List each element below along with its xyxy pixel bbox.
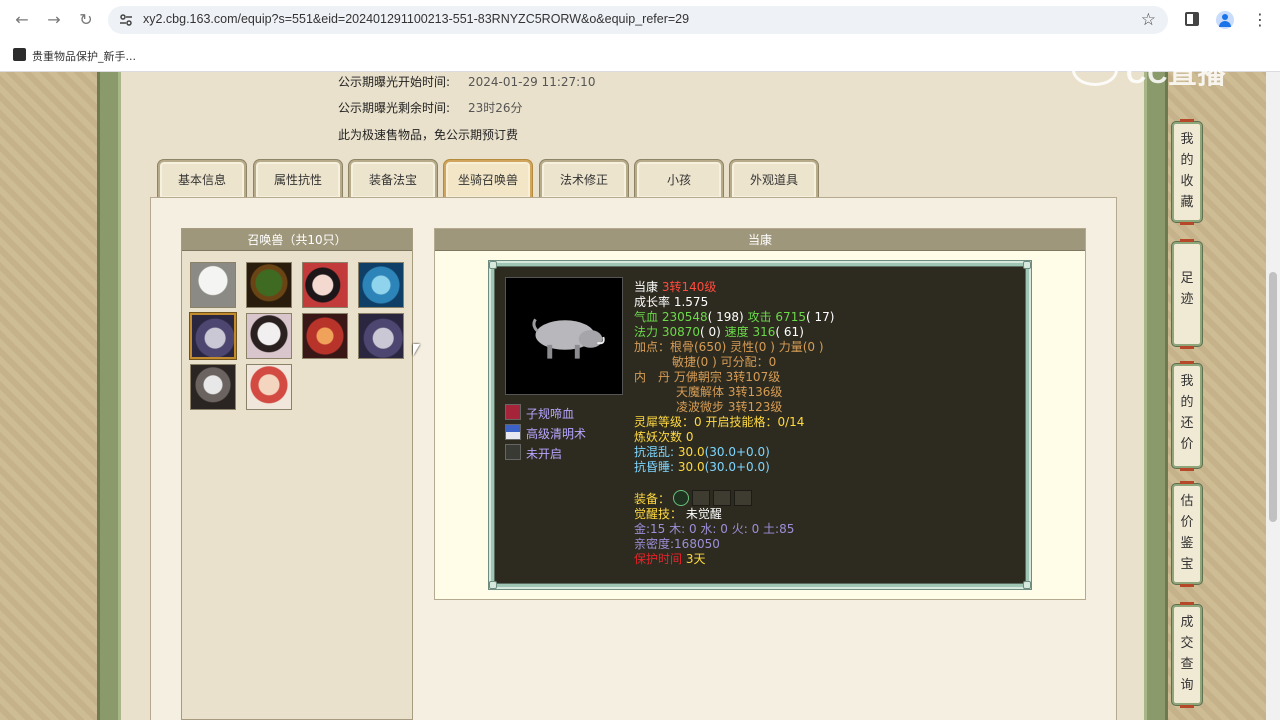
skill-locked-icon (505, 444, 521, 460)
equip-slot-icon[interactable] (692, 490, 711, 506)
refine-count: 炼妖次数 0 (634, 430, 694, 444)
right-border (1144, 72, 1168, 720)
pet-thumb[interactable] (302, 313, 348, 359)
nav-my-offers[interactable]: 我的还价 (1172, 361, 1202, 471)
forward-icon[interactable]: → (44, 10, 64, 30)
bookmark-favicon-icon (13, 48, 26, 61)
pet-list-header: 召唤兽（共10只） (182, 229, 412, 251)
card-corner (489, 261, 497, 269)
neidan-2: 天魔解体 3转136级 (676, 385, 783, 399)
back-icon[interactable]: ← (12, 10, 32, 30)
pet-info-card: 子规啼血 高级清明术 未开启 当康 3转140级 成长率 1.575 气血 23… (489, 261, 1031, 589)
reload-icon[interactable]: ↻ (76, 10, 96, 30)
pet-list: 召唤兽（共10只） (181, 228, 413, 720)
mouse-cursor-icon (413, 344, 420, 356)
nav-transactions[interactable]: 成交查询 (1172, 602, 1202, 708)
tab-equipment[interactable]: 装备法宝 (349, 160, 437, 198)
tab-spell-mod[interactable]: 法术修正 (540, 160, 628, 198)
pet-thumb[interactable] (246, 364, 292, 410)
side-panel-icon[interactable] (1185, 12, 1199, 26)
left-border (97, 72, 121, 720)
skill-blood-icon (505, 404, 521, 420)
stream-watermark: CC直播 (1072, 52, 1242, 90)
bookmark-star-icon[interactable]: ☆ (1141, 10, 1156, 30)
card-corner (489, 581, 497, 589)
bookmark-item[interactable]: 贵重物品保护_新手... (32, 48, 136, 64)
page: 公示期曝光开始时间: 2024-01-29 11:27:10 公示期曝光剩余时间:… (0, 72, 1280, 720)
pet-thumb[interactable] (302, 262, 348, 308)
add-points: 加点：根骨(650) 灵性(0 ) 力量(0 ) (634, 340, 824, 354)
address-bar[interactable]: xy2.cbg.163.com/equip?s=551&eid=20240129… (108, 6, 1168, 34)
neidan-3: 凌波微步 3转123级 (676, 400, 783, 414)
browser-toolbar: ← → ↻ xy2.cbg.163.com/equip?s=551&eid=20… (0, 0, 1280, 40)
pet-portrait (505, 277, 623, 395)
equip-slot-icon[interactable] (673, 490, 690, 506)
tab-basic-info[interactable]: 基本信息 (158, 160, 246, 198)
nav-my-favorites[interactable]: 我的收藏 (1172, 119, 1202, 225)
notice-fast-sale: 此为极速售物品，免公示期预订费 (338, 128, 519, 142)
notice-start: 公示期曝光开始时间: 2024-01-29 11:27:10 (338, 75, 596, 89)
scrollbar-thumb[interactable] (1269, 272, 1277, 522)
card-corner (1023, 261, 1031, 269)
tab-panel: 召唤兽（共10只） 当康 子规啼血 高级清明术 未开启 当康 3转140级 成长… (150, 197, 1117, 720)
pet-thumb[interactable] (190, 364, 236, 410)
pet-thumb-selected[interactable] (190, 313, 236, 359)
pet-thumb[interactable] (190, 262, 236, 308)
elements: 金:15 木: 0 水: 0 火: 0 土:85 (634, 522, 795, 536)
boar-image (532, 318, 605, 359)
site-settings-icon[interactable] (118, 12, 134, 28)
skill-clarity-icon (505, 424, 521, 440)
pet-detail-header: 当康 (435, 229, 1085, 251)
tab-mounts-pets[interactable]: 坐骑召唤兽 (444, 160, 532, 198)
url-text[interactable]: xy2.cbg.163.com/equip?s=551&eid=20240129… (143, 12, 689, 26)
pet-thumb[interactable] (246, 262, 292, 308)
nav-history[interactable]: 足迹 (1172, 239, 1202, 349)
tab-attributes[interactable]: 属性抗性 (254, 160, 342, 198)
card-corner (1023, 581, 1031, 589)
main-content: 公示期曝光开始时间: 2024-01-29 11:27:10 公示期曝光剩余时间:… (121, 72, 1144, 720)
pet-detail-panel: 当康 子规啼血 高级清明术 未开启 当康 3转140级 成长率 1.575 气血… (434, 228, 1086, 600)
pet-thumb[interactable] (246, 313, 292, 359)
nav-appraisal[interactable]: 估价鉴宝 (1172, 481, 1202, 587)
profile-icon[interactable] (1216, 11, 1234, 29)
watermark-logo-icon (1072, 54, 1118, 86)
pet-stats: 当康 3转140级 成长率 1.575 气血 230548( 198) 攻击 6… (634, 280, 1024, 567)
tab-appearance[interactable]: 外观道具 (730, 160, 818, 198)
more-menu-icon[interactable]: ⋮ (1252, 10, 1268, 30)
equip-slot-icon[interactable] (713, 490, 732, 506)
add-points-2: 敏捷(0 ) 可分配：0 (672, 355, 777, 369)
pet-thumb[interactable] (358, 313, 404, 359)
notice-remain: 公示期曝光剩余时间: 23时26分 (338, 101, 523, 115)
pet-thumb[interactable] (358, 262, 404, 308)
page-scrollbar[interactable] (1266, 72, 1280, 720)
equip-slot-icon[interactable] (734, 490, 753, 506)
tab-children[interactable]: 小孩 (635, 160, 723, 198)
intimacy: 亲密度:168050 (634, 537, 720, 551)
